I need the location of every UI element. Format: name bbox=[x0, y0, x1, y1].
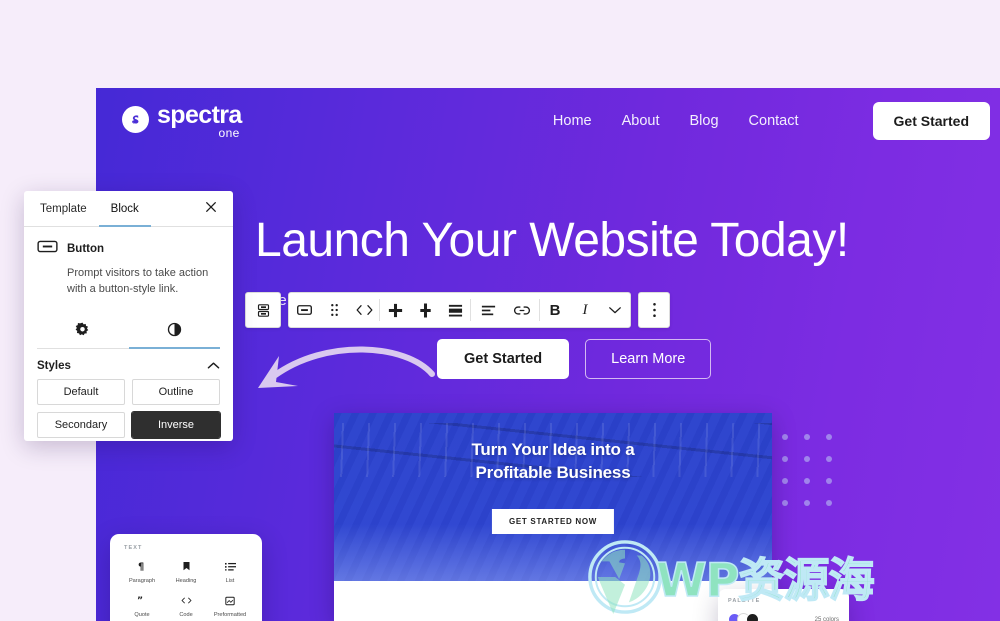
drag-handle-button[interactable] bbox=[319, 293, 349, 327]
italic-button[interactable]: I bbox=[570, 293, 600, 327]
close-icon bbox=[205, 201, 217, 216]
settings-tab-bar: Template Block bbox=[24, 191, 233, 227]
spectra-s-logo-icon bbox=[122, 106, 149, 133]
inserter-block-grid: ¶ Paragraph Heading List ” Quote Code Pr… bbox=[120, 559, 252, 621]
styles-section-title: Styles bbox=[37, 359, 71, 372]
align-full-button[interactable] bbox=[440, 293, 470, 327]
block-editor-toolbar: B I bbox=[245, 292, 670, 328]
svg-text:¶: ¶ bbox=[138, 562, 144, 573]
selected-block-row: Button bbox=[37, 239, 220, 259]
insert-link-button[interactable] bbox=[505, 293, 539, 327]
toolbar-listview-card bbox=[245, 292, 281, 328]
settings-tab-styles[interactable] bbox=[128, 316, 220, 349]
close-settings-button[interactable] bbox=[197, 195, 225, 223]
button-block-icon bbox=[37, 239, 58, 259]
hero-cta-group: Get Started Learn More bbox=[437, 339, 712, 379]
selected-block-name: Button bbox=[67, 243, 105, 255]
more-formatting-button[interactable] bbox=[600, 293, 630, 327]
inserter-category-label: TEXT bbox=[124, 545, 143, 551]
toolbar-main-card: B I bbox=[288, 292, 631, 328]
heading-icon bbox=[164, 559, 208, 574]
block-list-view-button[interactable] bbox=[246, 293, 280, 327]
hero-get-started-button[interactable]: Get Started bbox=[437, 339, 570, 379]
preformatted-icon bbox=[208, 593, 252, 608]
mock-hero-copy: Turn Your Idea into a Profitable Busines… bbox=[334, 439, 772, 485]
hero-learn-more-button[interactable]: Learn More bbox=[585, 339, 712, 379]
inserter-item-preformatted[interactable]: Preformatted bbox=[208, 593, 252, 618]
mock-palette-panel: PALETTE 25 colors ELEMENTS Background Te… bbox=[718, 589, 849, 621]
tab-block[interactable]: Block bbox=[98, 191, 151, 227]
half-circle-contrast-icon bbox=[167, 322, 182, 340]
block-settings-panel: Template Block Button Prompt visitors to… bbox=[24, 191, 233, 441]
nav-item-home[interactable]: Home bbox=[553, 113, 592, 129]
brand-logo[interactable]: spectra one bbox=[122, 103, 242, 139]
inserter-item-quote[interactable]: ” Quote bbox=[120, 593, 164, 618]
settings-tab-gear[interactable] bbox=[37, 316, 129, 349]
inserter-item-code[interactable]: Code bbox=[164, 593, 208, 618]
chevron-up-icon bbox=[207, 361, 220, 370]
toolbar-options-card bbox=[638, 292, 670, 328]
bold-icon: B bbox=[549, 301, 561, 319]
block-type-button[interactable] bbox=[289, 293, 319, 327]
toolbar-group-text bbox=[471, 293, 539, 327]
tab-template[interactable]: Template bbox=[28, 191, 99, 227]
styles-section-header[interactable]: Styles bbox=[24, 349, 233, 379]
inserter-label: Paragraph bbox=[128, 578, 156, 584]
gear-icon bbox=[75, 322, 90, 340]
svg-text:”: ” bbox=[137, 596, 143, 605]
mock-block-inserter-panel: TEXT ¶ Paragraph Heading List ” Quote Co… bbox=[110, 534, 262, 621]
hero-title: Launch Your Website Today! bbox=[255, 214, 849, 267]
primary-nav: Home About Blog Contact Get Started bbox=[553, 102, 1000, 140]
palette-swatch[interactable] bbox=[746, 613, 759, 621]
toolbar-group-block bbox=[289, 293, 379, 327]
inserter-label: Heading bbox=[175, 578, 197, 584]
inserter-label: Preformatted bbox=[213, 612, 247, 618]
move-arrows-button[interactable] bbox=[349, 293, 379, 327]
quote-icon: ” bbox=[120, 593, 164, 608]
selected-block-description: Prompt visitors to take action with a bu… bbox=[67, 267, 209, 295]
code-icon bbox=[164, 593, 208, 608]
block-options-button[interactable] bbox=[639, 293, 669, 327]
nav-item-about[interactable]: About bbox=[622, 113, 660, 129]
toolbar-group-format: B I bbox=[540, 293, 630, 327]
brand-wordmark: spectra one bbox=[157, 101, 242, 140]
style-option-inverse[interactable]: Inverse bbox=[131, 410, 221, 439]
style-variation-grid: Default Outline Secondary Inverse bbox=[24, 378, 233, 441]
list-icon bbox=[208, 559, 252, 574]
palette-title: PALETTE bbox=[728, 598, 761, 604]
site-navbar: spectra one Home About Blog Contact Get … bbox=[96, 88, 1000, 154]
palette-swatches[interactable] bbox=[728, 613, 759, 621]
style-option-secondary[interactable]: Secondary bbox=[37, 411, 125, 438]
settings-body: Button Prompt visitors to take action wi… bbox=[24, 227, 233, 349]
text-align-button[interactable] bbox=[471, 293, 505, 327]
style-option-outline[interactable]: Outline bbox=[132, 378, 220, 405]
mock-get-started-now-button[interactable]: GET STARTED NOW bbox=[491, 509, 615, 534]
inserter-label: List bbox=[225, 578, 235, 584]
align-center-button[interactable] bbox=[410, 293, 440, 327]
inserter-label: Code bbox=[179, 612, 193, 618]
bold-button[interactable]: B bbox=[540, 293, 570, 327]
inserter-item-heading[interactable]: Heading bbox=[164, 559, 208, 584]
settings-icon-tabs bbox=[37, 316, 220, 349]
inserter-item-paragraph[interactable]: ¶ Paragraph bbox=[120, 559, 164, 585]
inserter-item-list[interactable]: List bbox=[208, 559, 252, 584]
paragraph-icon: ¶ bbox=[120, 559, 164, 574]
brand-name: spectra bbox=[157, 101, 242, 129]
nav-item-contact[interactable]: Contact bbox=[749, 113, 799, 129]
palette-color-count: 25 colors bbox=[814, 616, 839, 621]
palette-row: 25 colors bbox=[728, 613, 839, 621]
showcase-mockups: Turn Your Idea into a Profitable Busines… bbox=[96, 413, 1000, 621]
toolbar-group-align bbox=[380, 293, 470, 327]
nav-get-started-button[interactable]: Get Started bbox=[872, 102, 990, 140]
style-option-default[interactable]: Default bbox=[37, 378, 125, 405]
mock-headline-line-2: Profitable Business bbox=[475, 462, 631, 482]
curved-arrow-icon bbox=[246, 340, 441, 407]
inserter-label: Quote bbox=[134, 612, 150, 618]
nav-item-blog[interactable]: Blog bbox=[690, 113, 719, 129]
mock-headline-line-1: Turn Your Idea into a bbox=[471, 440, 635, 459]
italic-icon: I bbox=[582, 301, 588, 318]
mock-landing-page: Turn Your Idea into a Profitable Busines… bbox=[334, 413, 772, 621]
align-left-button[interactable] bbox=[380, 293, 410, 327]
